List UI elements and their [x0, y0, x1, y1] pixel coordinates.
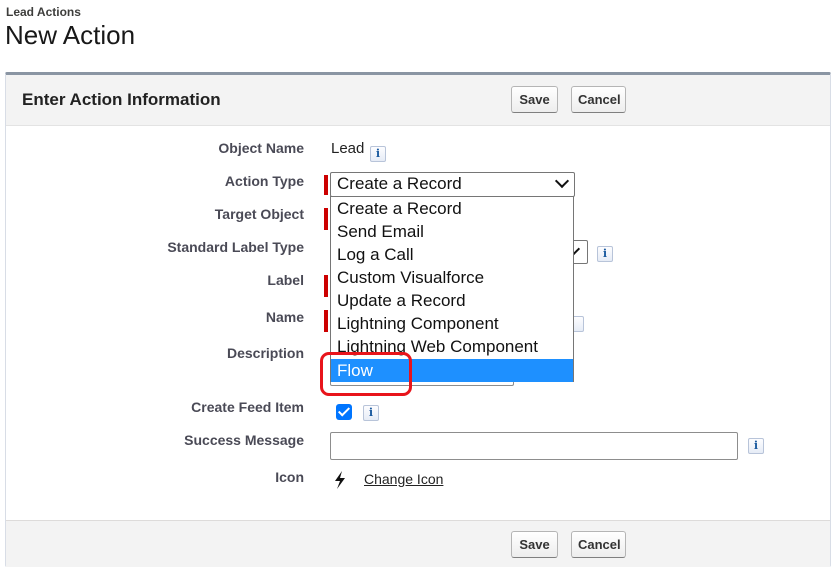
success-message-info-icon[interactable]: i [748, 438, 764, 454]
chevron-down-icon [554, 173, 570, 189]
create-feed-item-info-icon[interactable]: i [363, 405, 379, 421]
save-button-top[interactable]: Save [511, 86, 558, 113]
action-type-select[interactable]: Create a Record [330, 172, 575, 197]
success-message-input[interactable] [330, 432, 738, 460]
option-send-email[interactable]: Send Email [331, 220, 573, 243]
icon-field-label: Icon [275, 469, 304, 485]
object-name-label: Object Name [218, 140, 304, 156]
flow-highlight-annotation [320, 352, 412, 396]
option-lightning-component[interactable]: Lightning Component [331, 312, 573, 335]
standard-label-type-info-icon[interactable]: i [597, 246, 613, 262]
action-type-selected-value: Create a Record [337, 174, 462, 193]
success-message-label: Success Message [184, 432, 304, 448]
option-update-a-record[interactable]: Update a Record [331, 289, 573, 312]
object-name-info-icon[interactable]: i [370, 146, 386, 162]
object-name-value: Lead [331, 140, 365, 157]
standard-label-type-label: Standard Label Type [167, 239, 304, 255]
save-button-bottom[interactable]: Save [511, 531, 558, 558]
target-object-label: Target Object [214, 206, 304, 222]
page-title: New Action [5, 20, 136, 50]
panel-footer [6, 520, 830, 567]
name-field-label: Name [265, 309, 304, 325]
required-indicator [324, 310, 328, 332]
required-indicator [324, 175, 328, 195]
cancel-button-top[interactable]: Cancel [571, 86, 626, 113]
required-indicator [324, 275, 328, 297]
option-create-a-record[interactable]: Create a Record [331, 197, 573, 220]
cancel-button-bottom[interactable]: Cancel [571, 531, 626, 558]
required-indicator [324, 208, 328, 230]
change-icon-link[interactable]: Change Icon [364, 471, 443, 487]
breadcrumb[interactable]: Lead Actions [6, 5, 81, 19]
create-feed-item-label: Create Feed Item [191, 399, 304, 415]
option-log-a-call[interactable]: Log a Call [331, 243, 573, 266]
create-feed-item-checkbox[interactable] [336, 404, 352, 420]
section-title: Enter Action Information [22, 90, 221, 109]
description-label: Description [226, 345, 304, 361]
label-field-label: Label [267, 272, 304, 288]
option-custom-visualforce[interactable]: Custom Visualforce [331, 266, 573, 289]
action-type-label: Action Type [224, 173, 304, 189]
lightning-bolt-icon [335, 471, 345, 489]
